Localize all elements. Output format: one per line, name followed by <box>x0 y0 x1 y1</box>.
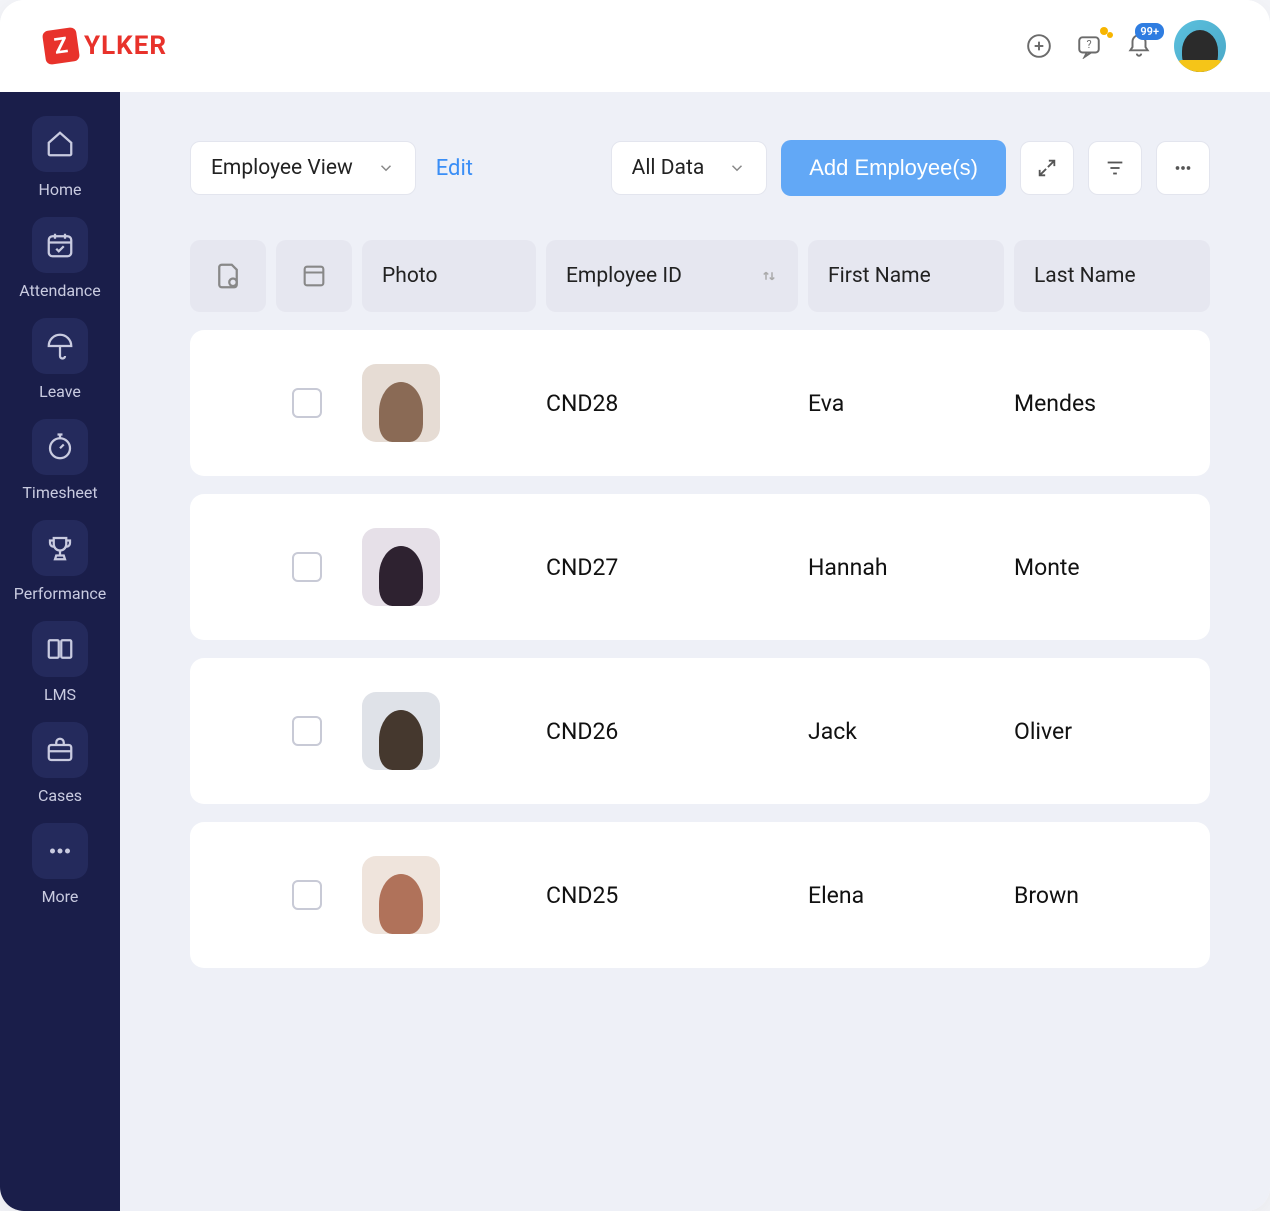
last-name: Mendes <box>1014 390 1190 417</box>
edit-link[interactable]: Edit <box>436 156 473 181</box>
first-name: Eva <box>808 390 1004 417</box>
employee-id: CND27 <box>546 554 798 581</box>
panel-icon <box>300 262 328 290</box>
logo-badge: Z <box>42 27 80 65</box>
filter-button[interactable] <box>1088 141 1142 195</box>
sidebar-item-lms[interactable]: LMS <box>0 621 120 704</box>
table-row[interactable]: CND27 Hannah Monte <box>190 494 1210 640</box>
last-name: Brown <box>1014 882 1190 909</box>
sort-icon <box>760 267 778 285</box>
employee-photo <box>362 692 440 770</box>
more-icon <box>32 823 88 879</box>
notifications-icon[interactable]: 99+ <box>1124 31 1154 61</box>
sidebar-item-label: Performance <box>14 584 107 603</box>
employee-id: CND28 <box>546 390 798 417</box>
table-row[interactable]: CND26 Jack Oliver <box>190 658 1210 804</box>
chevron-down-icon <box>377 159 395 177</box>
sidebar-item-label: Home <box>38 180 81 199</box>
book-icon <box>32 621 88 677</box>
header: Z YLKER ? 99+ <box>0 0 1270 92</box>
svg-text:?: ? <box>1086 38 1091 51</box>
filter-icon <box>1104 157 1126 179</box>
sidebar-item-label: LMS <box>44 685 76 704</box>
sidebar-item-leave[interactable]: Leave <box>0 318 120 401</box>
more-actions-button[interactable] <box>1156 141 1210 195</box>
toolbar: Employee View Edit All Data Add Employee… <box>190 140 1210 196</box>
logo-text: YLKER <box>84 31 167 61</box>
column-header-employee-id[interactable]: Employee ID <box>546 240 798 312</box>
help-chat-icon[interactable]: ? <box>1074 31 1104 61</box>
stopwatch-icon <box>32 419 88 475</box>
first-name: Elena <box>808 882 1004 909</box>
employee-table: Photo Employee ID First Name Last Name C… <box>190 240 1210 986</box>
sidebar-item-timesheet[interactable]: Timesheet <box>0 419 120 502</box>
row-checkbox[interactable] <box>292 880 322 910</box>
document-gear-icon <box>213 261 243 291</box>
employee-photo <box>362 528 440 606</box>
more-horizontal-icon <box>1172 157 1194 179</box>
sidebar-item-label: Cases <box>38 786 82 805</box>
select-all-button[interactable] <box>276 240 352 312</box>
add-employee-button[interactable]: Add Employee(s) <box>781 140 1006 196</box>
column-header-label: Employee ID <box>566 264 682 288</box>
employee-id: CND26 <box>546 718 798 745</box>
row-checkbox[interactable] <box>292 552 322 582</box>
column-header-photo[interactable]: Photo <box>362 240 536 312</box>
row-checkbox[interactable] <box>292 388 322 418</box>
view-select-label: Employee View <box>211 156 353 180</box>
first-name: Hannah <box>808 554 1004 581</box>
column-header-last-name[interactable]: Last Name <box>1014 240 1210 312</box>
sidebar-item-label: Timesheet <box>22 483 97 502</box>
chevron-down-icon <box>728 159 746 177</box>
home-icon <box>32 116 88 172</box>
trophy-icon <box>32 520 88 576</box>
logo[interactable]: Z YLKER <box>44 29 167 63</box>
sidebar-item-attendance[interactable]: Attendance <box>0 217 120 300</box>
table-row[interactable]: CND25 Elena Brown <box>190 822 1210 968</box>
table-row[interactable]: CND28 Eva Mendes <box>190 330 1210 476</box>
employee-photo <box>362 856 440 934</box>
expand-button[interactable] <box>1020 141 1074 195</box>
add-icon[interactable] <box>1024 31 1054 61</box>
main-content: Employee View Edit All Data Add Employee… <box>120 92 1270 1211</box>
first-name: Jack <box>808 718 1004 745</box>
calendar-check-icon <box>32 217 88 273</box>
employee-photo <box>362 364 440 442</box>
employee-id: CND25 <box>546 882 798 909</box>
sidebar-item-label: Leave <box>39 382 81 401</box>
column-header-first-name[interactable]: First Name <box>808 240 1004 312</box>
row-checkbox[interactable] <box>292 716 322 746</box>
umbrella-icon <box>32 318 88 374</box>
view-select[interactable]: Employee View <box>190 141 416 195</box>
data-filter-label: All Data <box>632 156 705 180</box>
briefcase-icon <box>32 722 88 778</box>
column-settings-button[interactable] <box>190 240 266 312</box>
last-name: Monte <box>1014 554 1190 581</box>
user-avatar[interactable] <box>1174 20 1226 72</box>
sidebar-item-more[interactable]: More <box>0 823 120 906</box>
sidebar-item-performance[interactable]: Performance <box>0 520 120 603</box>
header-actions: ? 99+ <box>1024 20 1226 72</box>
data-filter-select[interactable]: All Data <box>611 141 768 195</box>
last-name: Oliver <box>1014 718 1190 745</box>
table-header: Photo Employee ID First Name Last Name <box>190 240 1210 312</box>
sidebar-item-cases[interactable]: Cases <box>0 722 120 805</box>
sidebar-item-label: Attendance <box>19 281 101 300</box>
notification-badge: 99+ <box>1135 23 1164 40</box>
sidebar-item-label: More <box>42 887 79 906</box>
sidebar-item-home[interactable]: Home <box>0 116 120 199</box>
expand-icon <box>1036 157 1058 179</box>
sidebar: Home Attendance Leave Timesheet <box>0 92 120 1211</box>
